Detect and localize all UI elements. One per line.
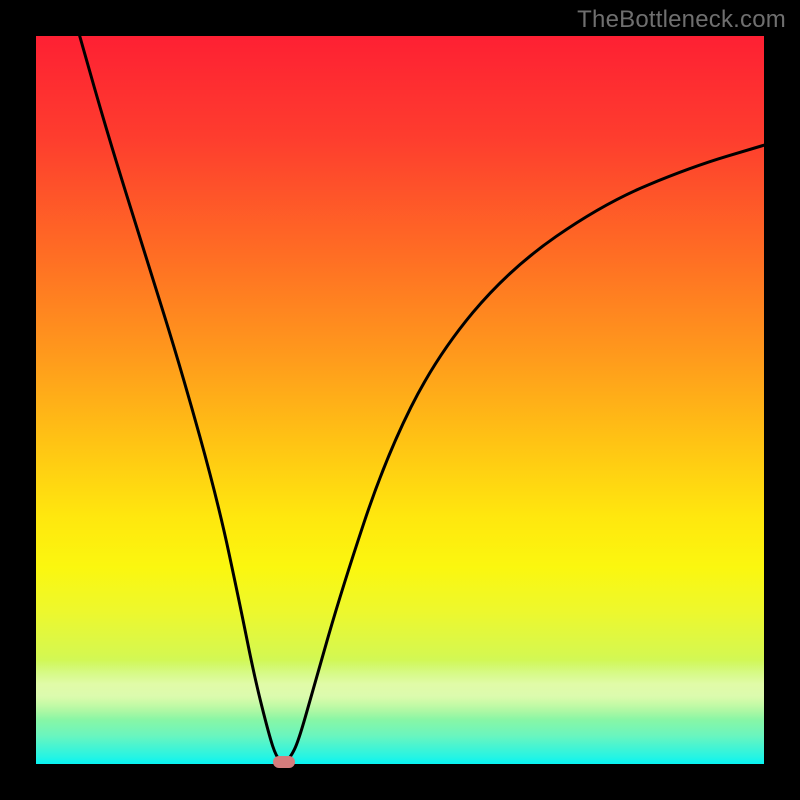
plot-area [36, 36, 764, 764]
bottleneck-curve-path [80, 36, 764, 762]
chart-frame: TheBottleneck.com [0, 0, 800, 800]
watermark-text: TheBottleneck.com [577, 6, 786, 34]
optimal-point-marker [273, 756, 295, 768]
optimal-zone-band [36, 660, 764, 720]
curve-svg [36, 36, 764, 764]
